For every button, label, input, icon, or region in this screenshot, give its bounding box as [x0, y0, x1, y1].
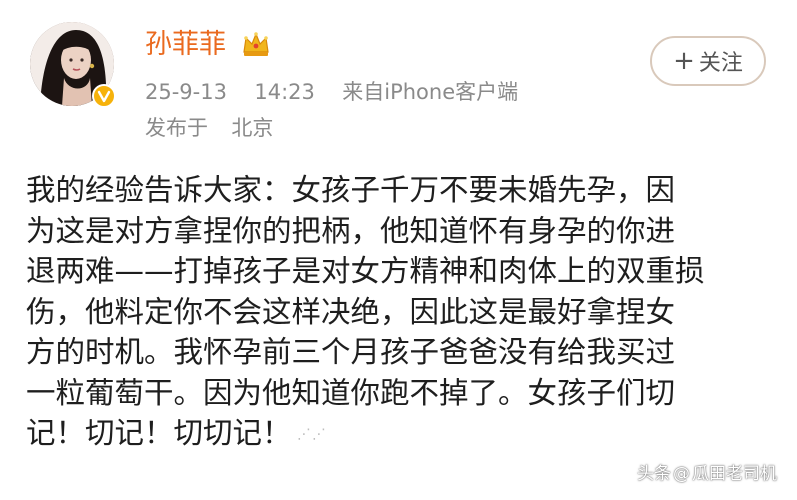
verified-badge-icon — [92, 84, 116, 108]
post-line: 方的时机。我怀孕前三个月孩子爸爸没有给我买过 — [26, 335, 676, 369]
decorative-dots: ⋰⋰ — [291, 426, 327, 443]
post-line: 退两难——打掉孩子是对女方精神和肉体上的双重损 — [26, 254, 705, 288]
post-line: 记！切记！切切记！ — [26, 416, 292, 450]
post-date: 25-9-13 — [145, 80, 227, 104]
post-line: 为这是对方拿捏你的把柄，他知道怀有身孕的你进 — [26, 213, 676, 248]
plus-icon: + — [673, 46, 695, 76]
watermark-at: @ — [673, 464, 690, 484]
post-location: 发布于 北京 — [145, 114, 273, 142]
post-meta: 25-9-13 14:23 来自iPhone客户端 — [145, 78, 518, 106]
follow-label: 关注 — [698, 51, 743, 76]
follow-button[interactable]: + 关注 — [650, 36, 766, 86]
weibo-post-card: 孙菲菲 25-9-13 14:23 来自iPhone客户端 发布于 北京 + 关… — [0, 0, 797, 500]
post-line: 一粒葡萄干。因为他知道你跑不掉了。女孩子们切 — [26, 375, 676, 410]
post-line-last: 记！切记！切切记！ ⋰⋰ — [26, 413, 778, 454]
post-source[interactable]: 来自iPhone客户端 — [342, 80, 518, 104]
username[interactable]: 孙菲菲 — [145, 28, 226, 62]
post-time: 14:23 — [254, 80, 315, 104]
location-value: 北京 — [231, 116, 274, 140]
watermark-prefix: 头条 — [637, 464, 671, 484]
watermark: 头条 @ 瓜田老司机 — [637, 459, 777, 484]
crown-icon — [241, 30, 271, 58]
watermark-account: 瓜田老司机 — [692, 464, 777, 484]
post-body: 我的经验告诉大家：女孩子千万不要未婚先孕，因 为这是对方拿捏你的把柄，他知道怀有… — [26, 170, 778, 454]
location-label: 发布于 — [145, 116, 208, 140]
post-line: 伤，他料定你不会这样决绝，因此这是最好拿捏女 — [26, 294, 676, 329]
post-line: 我的经验告诉大家：女孩子千万不要未婚先孕，因 — [26, 173, 676, 207]
